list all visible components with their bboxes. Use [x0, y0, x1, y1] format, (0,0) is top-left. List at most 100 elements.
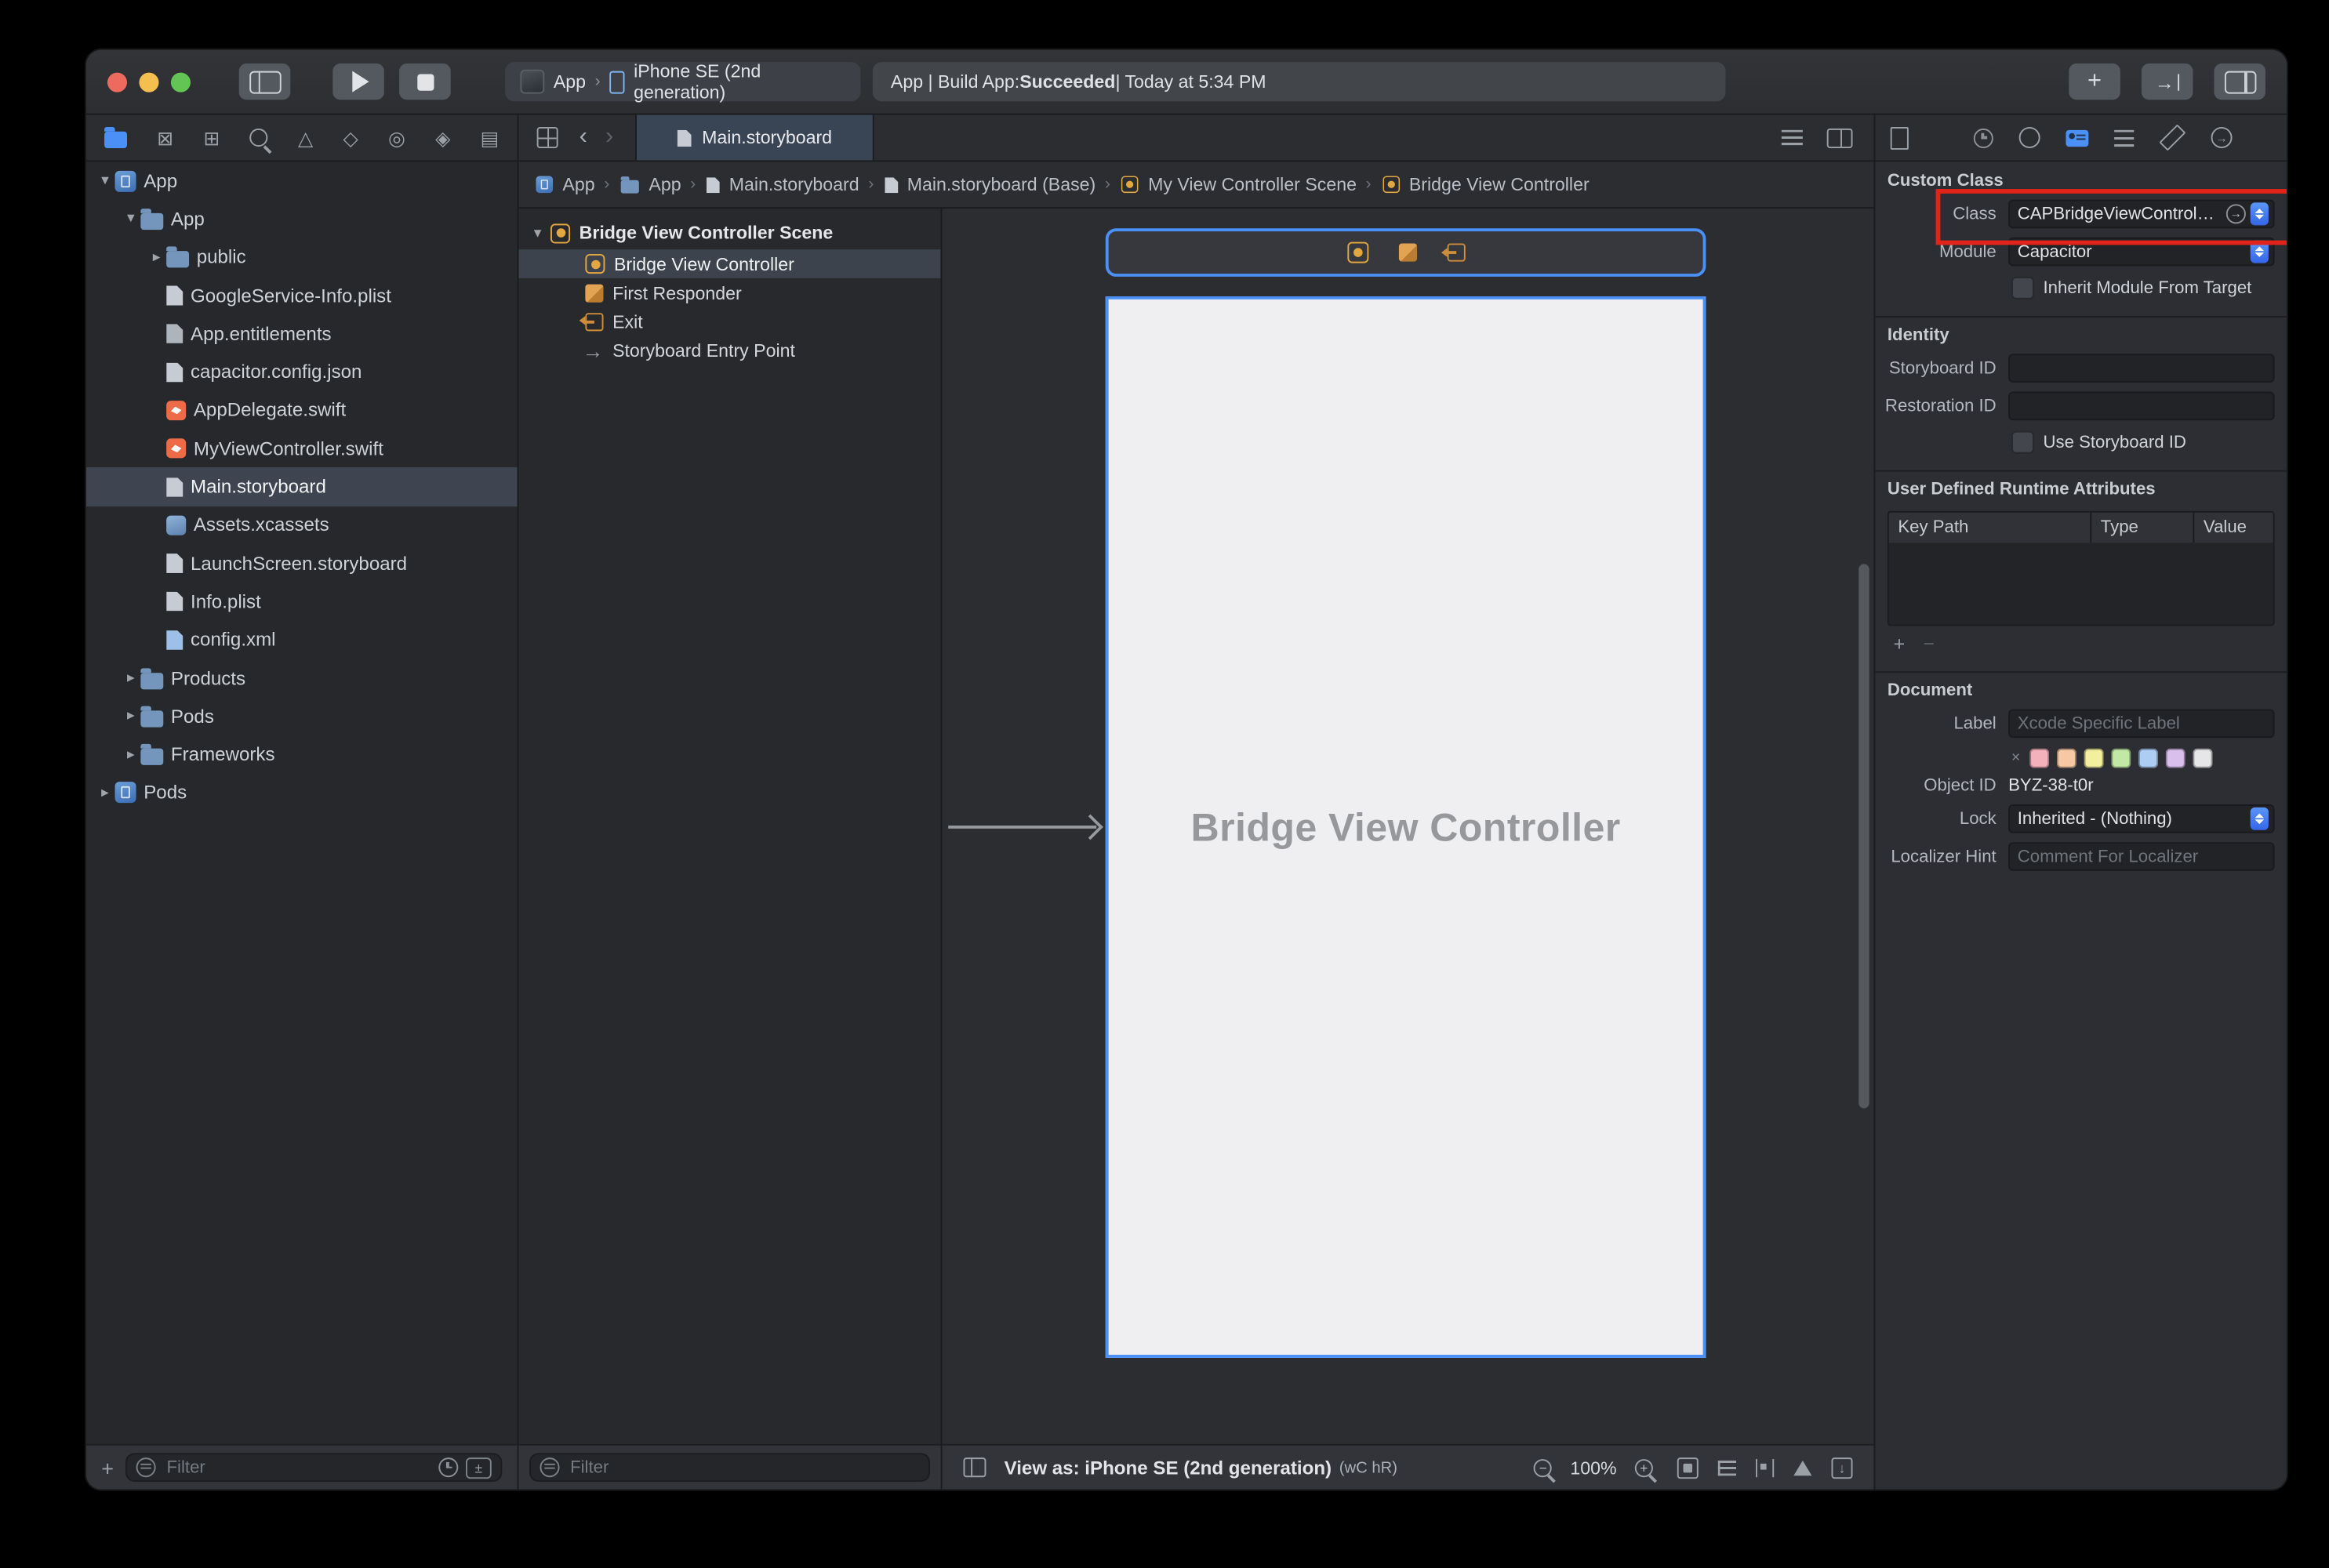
module-field[interactable] [2008, 238, 2274, 267]
storyboard-id-field[interactable] [2008, 354, 2274, 383]
restoration-id-field[interactable] [2008, 391, 2274, 420]
file-row-config-xml[interactable]: config.xml [86, 621, 518, 659]
navigator-filter-input[interactable] [164, 1457, 431, 1478]
symbols-navigator-icon[interactable]: ⊞ [203, 128, 220, 147]
size-inspector-icon[interactable] [2159, 124, 2185, 151]
source-control-navigator-icon[interactable]: ⊠ [157, 128, 173, 147]
scm-filter-icon[interactable]: ± [466, 1457, 492, 1478]
color-swatch[interactable] [2111, 749, 2131, 768]
toggle-inspector-button[interactable] [2214, 64, 2265, 100]
outline-item-entry-point[interactable]: →Storyboard Entry Point [518, 336, 940, 365]
localizer-hint-field[interactable] [2008, 842, 2274, 871]
bridge-view-controller-view[interactable]: Bridge View Controller [1106, 296, 1706, 1358]
disclosure-open-icon[interactable]: ▾ [528, 224, 547, 241]
outline-item-exit[interactable]: Exit [518, 307, 940, 336]
outline-filter-field[interactable] [529, 1453, 930, 1482]
color-swatch[interactable] [2138, 749, 2158, 768]
search-navigator-icon[interactable] [250, 129, 268, 147]
jump-to-class-icon[interactable]: → [2226, 204, 2246, 223]
editor-options-icon[interactable] [1782, 130, 1803, 145]
tests-navigator-icon[interactable]: ◇ [343, 128, 358, 147]
minimize-window-button[interactable] [139, 72, 158, 92]
file-row-launchscreen[interactable]: LaunchScreen.storyboard [86, 544, 518, 583]
storyboard-id-input[interactable] [2015, 359, 2269, 377]
add-constraints-icon[interactable] [1756, 1458, 1774, 1476]
file-row-public[interactable]: ▸public [86, 238, 518, 277]
disclosure-closed-icon[interactable]: ▸ [121, 746, 140, 763]
issues-navigator-icon[interactable]: △ [298, 128, 313, 147]
document-label-field[interactable] [2008, 709, 2274, 738]
file-row-app-project[interactable]: ▾App [86, 162, 518, 200]
quick-help-inspector-icon[interactable] [2019, 127, 2040, 148]
resolve-layout-icon[interactable] [1793, 1460, 1811, 1475]
file-row-myviewcontroller[interactable]: MyViewController.swift [86, 430, 518, 468]
lock-dropdown-stepper[interactable] [2251, 808, 2269, 830]
recents-filter-icon[interactable] [438, 1457, 458, 1477]
outline-filter-input[interactable] [567, 1457, 919, 1478]
file-row-entitlements[interactable]: App.entitlements [86, 315, 518, 354]
add-attribute-button[interactable]: + [1894, 632, 1906, 655]
no-color-icon[interactable]: × [2011, 750, 2020, 767]
zoom-in-button[interactable]: + [1635, 1458, 1653, 1476]
disclosure-closed-icon[interactable]: ▸ [95, 785, 114, 801]
attributes-inspector-icon[interactable] [2114, 129, 2134, 146]
localizer-hint-input[interactable] [2015, 848, 2269, 866]
inherit-module-row[interactable]: Inherit Module From Target [2011, 277, 2287, 299]
connections-inspector-icon[interactable]: → [2211, 127, 2233, 148]
zoom-out-button[interactable]: − [1534, 1458, 1552, 1476]
color-swatch[interactable] [2029, 749, 2049, 768]
jumpbar-item-app-project[interactable]: App [534, 174, 595, 195]
use-storyboard-id-row[interactable]: Use Storyboard ID [2011, 431, 2287, 454]
file-inspector-icon[interactable] [1891, 126, 1909, 149]
lock-popup[interactable]: Inherited - (Nothing) [2008, 804, 2274, 833]
disclosure-closed-icon[interactable]: ▸ [121, 708, 140, 724]
toggle-navigator-button[interactable] [239, 64, 291, 100]
first-responder-icon[interactable] [1398, 243, 1416, 261]
jumpbar-item-main-storyboard[interactable]: Main.storyboard [705, 174, 859, 195]
update-frames-icon[interactable] [1677, 1457, 1699, 1478]
use-storyboard-id-checkbox[interactable] [2011, 431, 2034, 454]
outline-item-first-responder[interactable]: First Responder [518, 278, 940, 307]
file-row-main-storyboard[interactable]: Main.storyboard [86, 468, 518, 506]
reports-navigator-icon[interactable]: ▤ [481, 128, 500, 147]
remove-attribute-button[interactable]: − [1923, 632, 1935, 655]
disclosure-open-icon[interactable]: ▾ [95, 172, 114, 189]
class-input[interactable] [2015, 205, 2222, 223]
outline-scene-header[interactable]: ▾ Bridge View Controller Scene [518, 216, 940, 249]
file-row-capacitor-config[interactable]: capacitor.config.json [86, 353, 518, 391]
jumpbar-item-main-storyboard-base[interactable]: Main.storyboard (Base) [883, 174, 1095, 195]
color-swatch[interactable] [2084, 749, 2103, 768]
file-row-info-plist[interactable]: Info.plist [86, 583, 518, 621]
file-row-assets[interactable]: Assets.xcassets [86, 506, 518, 544]
zoom-window-button[interactable] [171, 72, 191, 92]
library-button[interactable]: + [2069, 64, 2120, 100]
file-row-frameworks[interactable]: ▸Frameworks [86, 735, 518, 774]
canvas-vertical-scrollbar[interactable] [1858, 564, 1869, 1108]
view-controller-icon[interactable] [1346, 242, 1368, 263]
scheme-selector[interactable]: App › iPhone SE (2nd generation) [505, 62, 860, 101]
storyboard-entry-point-arrow[interactable] [948, 826, 1096, 829]
activity-status[interactable]: App | Build App: Succeeded | Today at 5:… [873, 62, 1726, 101]
outline-item-bridge-vc[interactable]: Bridge View Controller [518, 249, 940, 278]
color-swatch[interactable] [2057, 749, 2076, 768]
split-editor-icon[interactable] [1827, 128, 1853, 147]
breakpoints-navigator-icon[interactable]: ◈ [435, 128, 450, 147]
zoom-level[interactable]: 100% [1570, 1457, 1616, 1478]
disclosure-closed-icon[interactable]: ▸ [147, 249, 166, 266]
related-items-icon[interactable] [537, 127, 558, 148]
file-row-appdelegate[interactable]: AppDelegate.swift [86, 391, 518, 430]
view-as-label[interactable]: View as: iPhone SE (2nd generation) [1005, 1457, 1332, 1478]
tab-main-storyboard[interactable]: Main.storyboard [634, 115, 874, 161]
jumpbar-item-scene[interactable]: My View Controller Scene [1119, 174, 1356, 195]
restoration-id-input[interactable] [2015, 397, 2269, 415]
file-row-app-folder[interactable]: ▾App [86, 200, 518, 238]
debug-navigator-icon[interactable]: ◎ [388, 128, 405, 147]
class-dropdown-stepper[interactable] [2251, 202, 2269, 225]
color-swatch[interactable] [2193, 749, 2212, 768]
run-button[interactable] [332, 64, 384, 100]
device-bezels-icon[interactable] [963, 1457, 986, 1477]
jumpbar-item-bridge-vc[interactable]: Bridge View Controller [1380, 174, 1589, 195]
class-field[interactable]: → [2008, 200, 2274, 229]
document-label-input[interactable] [2015, 714, 2269, 732]
close-window-button[interactable] [107, 72, 127, 92]
